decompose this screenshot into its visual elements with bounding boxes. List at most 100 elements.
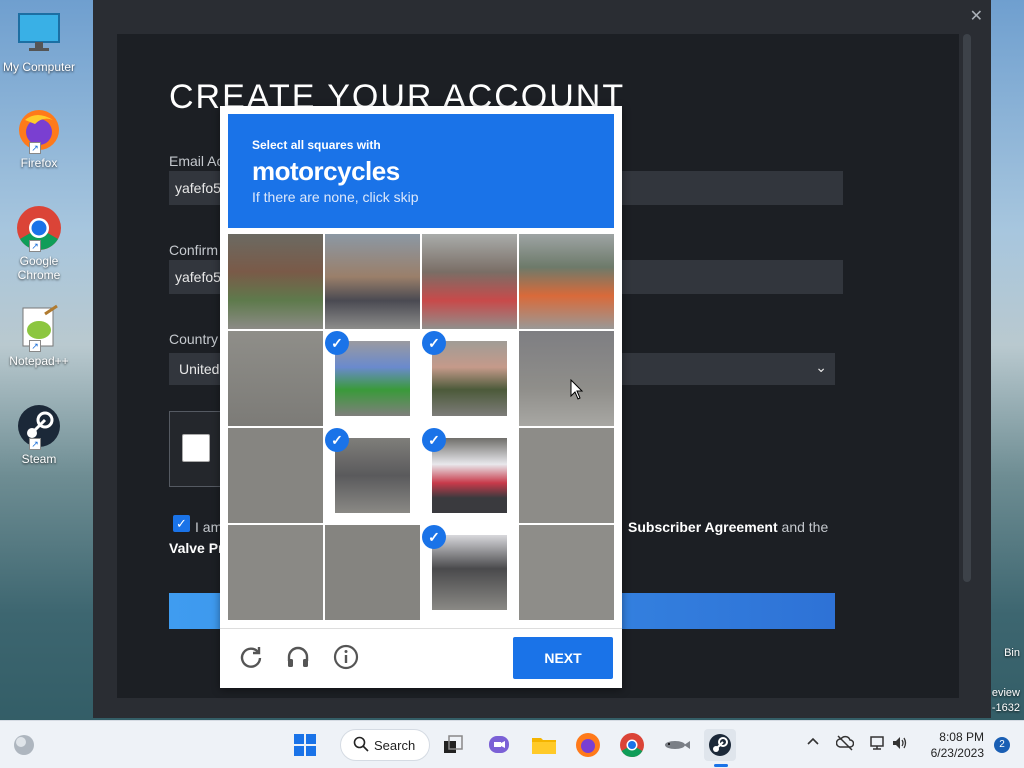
captcha-tile-selected[interactable]: ✓ bbox=[325, 428, 420, 523]
tile-image bbox=[519, 331, 614, 426]
info-icon[interactable] bbox=[332, 643, 360, 671]
recaptcha-challenge: Select all squares with motorcycles If t… bbox=[220, 106, 622, 688]
captcha-tile[interactable] bbox=[228, 331, 323, 426]
captcha-grid: ✓ ✓ ✓ ✓ ✓ bbox=[228, 234, 614, 620]
desktop-icon-my-computer[interactable]: My Computer bbox=[0, 10, 78, 74]
captcha-tile[interactable] bbox=[519, 234, 614, 329]
desktop-icon-label: Steam bbox=[21, 452, 57, 466]
tile-image bbox=[519, 525, 614, 620]
tile-image bbox=[228, 428, 323, 523]
audio-icon[interactable] bbox=[284, 643, 312, 671]
shortcut-arrow-icon: ↗ bbox=[29, 240, 41, 252]
close-icon[interactable]: ✕ bbox=[970, 6, 983, 26]
taskbar-search[interactable]: Search bbox=[340, 729, 430, 761]
tile-image bbox=[432, 341, 507, 416]
mouse-cursor-icon bbox=[570, 379, 584, 400]
desktop-icon-label: My Computer bbox=[2, 60, 76, 74]
tile-image bbox=[519, 234, 614, 329]
checkmark-icon: ✓ bbox=[325, 331, 349, 355]
shortcut-arrow-icon: ↗ bbox=[29, 142, 41, 154]
captcha-tile-selected[interactable]: ✓ bbox=[422, 428, 517, 523]
tile-image bbox=[228, 331, 323, 426]
checkmark-icon: ✓ bbox=[325, 428, 349, 452]
reload-icon[interactable] bbox=[237, 643, 265, 671]
captcha-tile[interactable] bbox=[228, 428, 323, 523]
captcha-tile[interactable] bbox=[228, 234, 323, 329]
tile-image bbox=[325, 234, 420, 329]
captcha-tile[interactable] bbox=[519, 428, 614, 523]
next-button[interactable]: NEXT bbox=[513, 637, 613, 679]
desktop-icon-steam[interactable]: ↗ Steam bbox=[0, 402, 78, 466]
volume-icon[interactable] bbox=[891, 735, 909, 754]
search-label: Search bbox=[374, 738, 416, 753]
agree-text: I am bbox=[195, 519, 223, 535]
desktop-edge-label: Bin bbox=[1004, 647, 1020, 659]
captcha-tile-selected[interactable]: ✓ bbox=[422, 331, 517, 426]
search-icon bbox=[353, 736, 369, 755]
checkmark-icon: ✓ bbox=[422, 331, 446, 355]
taskbar-clock[interactable]: 8:08 PM 6/23/2023 bbox=[931, 729, 984, 761]
desktop-icon-firefox[interactable]: ↗ Firefox bbox=[0, 106, 78, 170]
chevron-down-icon: ⌄ bbox=[815, 359, 827, 375]
captcha-tile-selected[interactable]: ✓ bbox=[422, 525, 517, 620]
captcha-tile[interactable] bbox=[422, 234, 517, 329]
firefox-taskbar-icon[interactable] bbox=[572, 729, 604, 761]
tile-image bbox=[325, 525, 420, 620]
tile-image bbox=[228, 234, 323, 329]
chrome-taskbar-icon[interactable] bbox=[616, 729, 648, 761]
start-button[interactable] bbox=[289, 729, 321, 761]
active-app-indicator bbox=[714, 764, 728, 767]
tile-image bbox=[422, 234, 517, 329]
captcha-tile[interactable] bbox=[325, 234, 420, 329]
firefox-icon: ↗ bbox=[15, 106, 63, 154]
captcha-target: motorcycles bbox=[252, 156, 400, 186]
subscriber-agreement-link[interactable]: Subscriber Agreement bbox=[628, 519, 778, 535]
desktop-icon-label: Notepad++ bbox=[9, 354, 69, 368]
country-value: United bbox=[179, 361, 220, 377]
monitor-icon bbox=[15, 10, 63, 58]
desktop-edge-label: eview bbox=[991, 687, 1020, 699]
file-explorer-icon[interactable] bbox=[528, 729, 560, 761]
teams-chat-icon[interactable] bbox=[483, 729, 515, 761]
tile-image bbox=[335, 438, 410, 513]
agree-checkbox[interactable]: ✓ bbox=[173, 515, 190, 532]
steam-taskbar-icon[interactable] bbox=[704, 729, 736, 761]
privacy-policy-link[interactable]: Valve Pr bbox=[169, 540, 224, 556]
taskbar: Search 8:08 PM 6/23/2023 2 bbox=[0, 720, 1024, 768]
network-icon[interactable] bbox=[869, 735, 887, 754]
checkmark-icon: ✓ bbox=[422, 428, 446, 452]
desktop-icon-label: Google Chrome bbox=[17, 254, 61, 282]
chevron-up-icon[interactable] bbox=[806, 735, 820, 752]
notepadpp-icon: ↗ bbox=[15, 304, 63, 352]
captcha-tile[interactable] bbox=[228, 525, 323, 620]
cloud-sync-off-icon[interactable] bbox=[835, 735, 855, 754]
shortcut-arrow-icon: ↗ bbox=[29, 340, 41, 352]
captcha-tile[interactable] bbox=[325, 525, 420, 620]
clock-date: 6/23/2023 bbox=[930, 746, 984, 760]
captcha-tile-selected[interactable]: ✓ bbox=[325, 331, 420, 426]
captcha-tile[interactable] bbox=[519, 331, 614, 426]
recaptcha-checkbox[interactable] bbox=[182, 434, 210, 462]
desktop-edge-label: -1632 bbox=[991, 702, 1020, 714]
checkmark-icon: ✓ bbox=[422, 525, 446, 549]
tile-image bbox=[432, 535, 507, 610]
tile-image bbox=[335, 341, 410, 416]
scrollbar[interactable] bbox=[963, 34, 971, 582]
agree-text-tail: Subscriber Agreement and the bbox=[628, 519, 828, 535]
chrome-icon: ↗ bbox=[15, 204, 63, 252]
desktop-icon-notepadpp[interactable]: ↗ Notepad++ bbox=[0, 304, 78, 368]
agree-suffix: and the bbox=[781, 519, 829, 535]
country-label: Country bbox=[169, 331, 219, 347]
captcha-footer-divider bbox=[220, 628, 622, 629]
clock-time: 8:08 PM bbox=[939, 730, 984, 744]
task-view-icon[interactable] bbox=[437, 729, 469, 761]
desktop-icon-chrome[interactable]: ↗ Google Chrome bbox=[0, 204, 78, 282]
notification-badge[interactable]: 2 bbox=[994, 737, 1010, 753]
captcha-skip-hint: If there are none, click skip bbox=[252, 189, 419, 205]
captcha-tile[interactable] bbox=[519, 525, 614, 620]
shortcut-arrow-icon: ↗ bbox=[29, 438, 41, 450]
fish-app-icon[interactable] bbox=[660, 729, 692, 761]
widgets-icon[interactable] bbox=[8, 729, 40, 761]
desktop-icon-label: Firefox bbox=[20, 156, 58, 170]
tile-image bbox=[228, 525, 323, 620]
